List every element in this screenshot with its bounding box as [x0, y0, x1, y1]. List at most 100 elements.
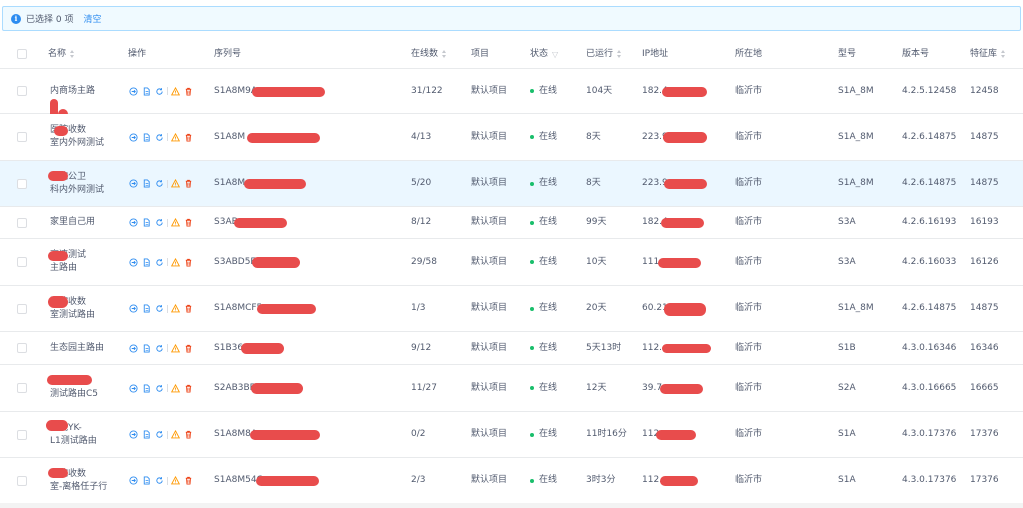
- refresh-icon[interactable]: [154, 257, 165, 268]
- select-all-checkbox[interactable]: [17, 49, 27, 59]
- warning-icon[interactable]: [170, 383, 181, 394]
- document-icon[interactable]: [141, 132, 152, 143]
- login-icon[interactable]: [128, 217, 139, 228]
- refresh-icon[interactable]: [154, 178, 165, 189]
- row-checkbox-cell[interactable]: [17, 114, 27, 160]
- document-icon[interactable]: [141, 86, 152, 97]
- delete-icon[interactable]: [183, 257, 194, 268]
- table-row[interactable]: 医院公卫 科内外网测试 S1A8M 5/20 默认项目 在线 8天 223.9 临沂市 S1A_8…: [0, 161, 1023, 207]
- table-row[interactable]: 内商场主路 S1A8M9A 31/122 默认项目 在线 104天 182.4 临沂市 S1A_…: [0, 69, 1023, 137]
- table-row[interactable]: 医院收数 室-离格任子行 S1A8M54C 2/3 默认项目 在线 3时3分 112. 临沂市 S…: [0, 458, 1023, 504]
- row-checkbox[interactable]: [17, 383, 27, 393]
- refresh-icon[interactable]: [154, 429, 165, 440]
- row-checkbox[interactable]: [17, 178, 27, 189]
- document-icon[interactable]: [141, 343, 152, 354]
- header-feature[interactable]: 特征库: [970, 40, 1006, 68]
- online-count: 2/3: [411, 475, 426, 485]
- table-row[interactable]: 分院YK-L1测试路由S1A8M8A0/2默认项目在线11时16分112.临沂市…: [0, 412, 1023, 458]
- warning-icon[interactable]: [170, 429, 181, 440]
- document-icon[interactable]: [141, 257, 152, 268]
- login-icon[interactable]: [128, 86, 139, 97]
- table-row[interactable]: 生态园主路由 S1B36 9/12 默认项目 在线 5天13时 112. 临沂市 S1B 4.3.…: [0, 332, 1023, 365]
- sort-icon[interactable]: [1001, 50, 1006, 58]
- sort-icon[interactable]: [442, 50, 447, 58]
- refresh-icon[interactable]: [154, 475, 165, 486]
- delete-icon[interactable]: [183, 343, 194, 354]
- login-icon[interactable]: [128, 178, 139, 189]
- warning-icon[interactable]: [170, 257, 181, 268]
- row-checkbox[interactable]: [17, 132, 27, 142]
- row-checkbox-cell[interactable]: [17, 332, 27, 364]
- table-row[interactable]: 家里自己用 S3AB 8/12 默认项目 在线 99天 182.4 临沂市 S3A 4.2.6.1…: [0, 207, 1023, 239]
- clear-selection-link[interactable]: 清空: [83, 12, 101, 25]
- filter-icon[interactable]: ▽: [552, 48, 558, 61]
- refresh-icon[interactable]: [154, 132, 165, 143]
- delete-icon[interactable]: [183, 383, 194, 394]
- row-checkbox[interactable]: [17, 429, 27, 440]
- warning-icon[interactable]: [170, 475, 181, 486]
- delete-icon[interactable]: [183, 429, 194, 440]
- sort-icon[interactable]: [617, 50, 622, 58]
- delete-icon[interactable]: [183, 86, 194, 97]
- table-row[interactable]: 医院收数 室内外网测试 S1A8M 4/13 默认项目 在线 8天 223.9 临沂市 S1A_8…: [0, 114, 1023, 161]
- delete-icon[interactable]: [183, 132, 194, 143]
- feature-lib: 16346: [970, 342, 999, 353]
- sort-icon[interactable]: [70, 50, 75, 58]
- row-checkbox[interactable]: [17, 475, 27, 486]
- row-checkbox-cell[interactable]: [17, 412, 27, 457]
- header-online-count[interactable]: 在线数: [411, 40, 447, 68]
- login-icon[interactable]: [128, 383, 139, 394]
- delete-icon[interactable]: [183, 475, 194, 486]
- row-checkbox-cell[interactable]: [17, 161, 27, 206]
- login-icon[interactable]: [128, 475, 139, 486]
- login-icon[interactable]: [128, 132, 139, 143]
- document-icon[interactable]: [141, 429, 152, 440]
- login-icon[interactable]: [128, 303, 139, 314]
- refresh-icon[interactable]: [154, 303, 165, 314]
- login-icon[interactable]: [128, 429, 139, 440]
- warning-icon[interactable]: [170, 217, 181, 228]
- model: S1A_8M: [838, 85, 874, 96]
- login-icon[interactable]: [128, 257, 139, 268]
- refresh-icon[interactable]: [154, 217, 165, 228]
- delete-icon[interactable]: [183, 217, 194, 228]
- header-status[interactable]: 状态 ▽: [530, 40, 558, 68]
- table-row[interactable]: 离信测试路由C5S2AB3BE11/27默认项目在线12天39.7临沂市S2A4…: [0, 365, 1023, 412]
- warning-icon[interactable]: [170, 132, 181, 143]
- row-checkbox[interactable]: [17, 257, 27, 267]
- table-row[interactable]: 医院收数 室测试路由 S1A8MCF5 1/3 默认项目 在线 20天 60.21 临沂市 S1A…: [0, 286, 1023, 332]
- document-icon[interactable]: [141, 475, 152, 486]
- row-checkbox-cell[interactable]: [17, 69, 27, 113]
- refresh-icon[interactable]: [154, 86, 165, 97]
- refresh-icon[interactable]: [154, 383, 165, 394]
- row-checkbox[interactable]: [17, 86, 27, 96]
- document-icon[interactable]: [141, 217, 152, 228]
- select-all-checkbox-cell[interactable]: [17, 40, 27, 68]
- row-checkbox[interactable]: [17, 343, 27, 353]
- header-uptime[interactable]: 已运行: [586, 40, 622, 68]
- table-row[interactable]: 高速测试 主路由 S3ABD5E 29/58 默认项目 在线 10天 111. 临沂市 S3A 4.…: [0, 239, 1023, 286]
- row-checkbox[interactable]: [17, 217, 27, 228]
- delete-icon[interactable]: [183, 303, 194, 314]
- document-icon[interactable]: [141, 178, 152, 189]
- refresh-icon[interactable]: [154, 343, 165, 354]
- row-checkbox-cell[interactable]: [17, 239, 27, 285]
- warning-icon[interactable]: [170, 343, 181, 354]
- document-icon[interactable]: [141, 303, 152, 314]
- row-checkbox-cell[interactable]: [17, 207, 27, 238]
- row-checkbox-cell[interactable]: [17, 365, 27, 411]
- row-checkbox[interactable]: [17, 303, 27, 314]
- warning-icon[interactable]: [170, 303, 181, 314]
- warning-icon[interactable]: [170, 86, 181, 97]
- row-checkbox-cell[interactable]: [17, 286, 27, 331]
- row-checkbox-cell[interactable]: [17, 458, 27, 503]
- online-count: 31/122: [411, 85, 443, 96]
- delete-icon[interactable]: [183, 178, 194, 189]
- warning-icon[interactable]: [170, 178, 181, 189]
- document-icon[interactable]: [141, 383, 152, 394]
- login-icon[interactable]: [128, 343, 139, 354]
- header-name[interactable]: 名称: [48, 40, 75, 68]
- device-name: 医院收数 室内外网测试: [50, 114, 104, 160]
- feature-lib: 14875: [970, 303, 999, 313]
- horizontal-scrollbar[interactable]: [0, 503, 1023, 508]
